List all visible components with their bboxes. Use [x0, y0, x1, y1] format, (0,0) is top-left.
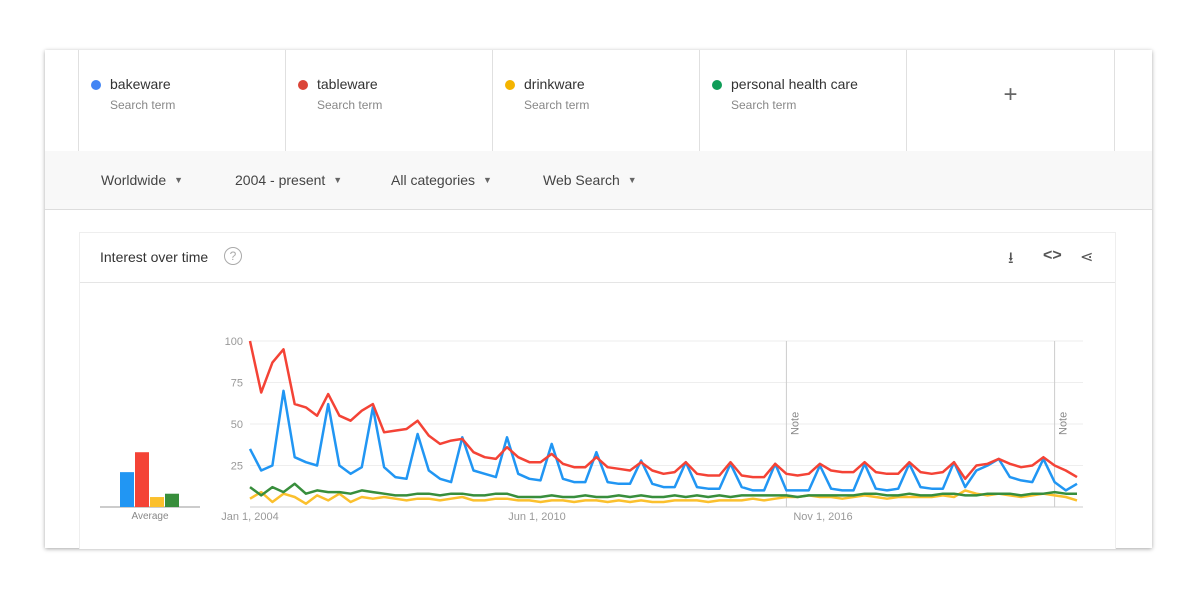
y-tick-label: 25	[231, 461, 243, 473]
note-label: Note	[1058, 412, 1070, 435]
average-bar-bakeware	[120, 472, 134, 507]
y-tick-label: 50	[231, 419, 243, 431]
note-label: Note	[789, 412, 801, 435]
y-tick-label: 100	[225, 336, 243, 348]
y-tick-label: 75	[231, 378, 243, 390]
series-line-tableware	[248, 340, 1078, 481]
x-tick-label: Nov 1, 2016	[793, 511, 852, 523]
average-bar-tableware	[135, 452, 149, 507]
average-bar-drinkware	[150, 497, 164, 507]
x-tick-label: Jan 1, 2004	[221, 511, 279, 523]
interest-chart: 100 75 50 25 Note Note Jan 1, 2004 Jun 1, 2010 N…	[100, 336, 1083, 523]
average-bar-personal-health-care	[165, 493, 179, 507]
series-line-personal-health-care	[249, 482, 1077, 499]
x-tick-label: Jun 1, 2010	[508, 511, 566, 523]
average-label: Average	[131, 511, 169, 522]
